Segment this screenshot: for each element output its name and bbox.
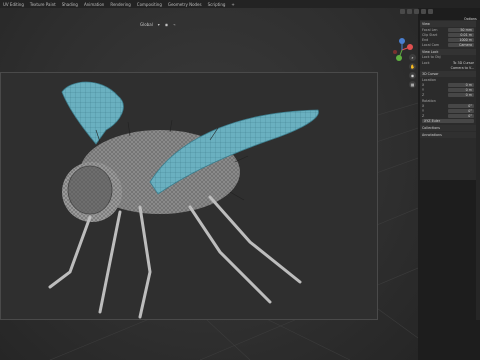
axis-label: X: [422, 83, 425, 88]
xray-icon[interactable]: [407, 9, 412, 14]
row-label: Focal Len: [422, 27, 438, 32]
local-camera-row: Local Cam Camera: [420, 43, 476, 48]
row-label: End: [422, 37, 429, 42]
row-label: Clip Start: [422, 32, 438, 37]
axis-label: Y: [422, 88, 425, 93]
chevron-down-icon[interactable]: ▾: [158, 22, 160, 27]
zoom-icon[interactable]: ⌕: [409, 54, 416, 61]
rotation-label: Rotation: [422, 98, 436, 103]
workspace-tabs-bar: UV Editing Texture Paint Shading Animati…: [0, 0, 480, 8]
sidebar-n-panel: View Focal Len 50 mm Clip Start 0.01 m E…: [420, 20, 476, 180]
location-y-field[interactable]: 0 m: [448, 88, 474, 93]
sidebar-tab-strip[interactable]: [476, 20, 480, 320]
local-camera-field[interactable]: Camera: [448, 43, 474, 48]
focal-length-field[interactable]: 50 mm: [448, 27, 474, 32]
lock-to-3d-cursor-checkbox[interactable]: To 3D Cursor: [453, 61, 474, 65]
location-x-field[interactable]: 0 m: [448, 83, 474, 88]
rotation-mode-row: XYZ Euler: [420, 119, 476, 124]
axis-label: X: [422, 103, 425, 108]
3d-viewport[interactable]: Global ▾ ◉ ⌁ ⌕ ✋ ◉ ▦: [0, 8, 418, 360]
shading-material-icon[interactable]: [421, 9, 426, 14]
axis-label: Z: [422, 93, 425, 98]
shading-solid-icon[interactable]: [414, 9, 419, 14]
viewport-header-icons: [400, 9, 433, 14]
add-workspace-button[interactable]: +: [228, 2, 237, 7]
rotation-mode-dropdown[interactable]: XYZ Euler: [422, 119, 474, 124]
pan-hand-icon[interactable]: ✋: [409, 63, 416, 70]
clip-end-field[interactable]: 1000 m: [448, 37, 474, 42]
clip-start-row: Clip Start 0.01 m: [420, 32, 476, 37]
tab-animation[interactable]: Animation: [81, 2, 107, 7]
shading-rendered-icon[interactable]: [428, 9, 433, 14]
tab-shading[interactable]: Shading: [59, 2, 81, 7]
axis-label: Y: [422, 109, 425, 114]
axis-label: Z: [422, 114, 425, 119]
clip-start-field[interactable]: 0.01 m: [448, 32, 474, 37]
rotation-z-field[interactable]: 0°: [448, 114, 474, 119]
rotation-x-field[interactable]: 0°: [448, 103, 474, 108]
transform-orientation-dropdown[interactable]: Global: [140, 22, 153, 27]
row-label: Lock: [422, 60, 430, 65]
camera-view-icon[interactable]: ◉: [409, 72, 416, 79]
snap-icon[interactable]: ◉: [165, 22, 169, 27]
camera-frame: [0, 72, 378, 320]
rotation-y-field[interactable]: 0°: [448, 109, 474, 114]
tab-scripting[interactable]: Scripting: [205, 2, 229, 7]
focal-length-row: Focal Len 50 mm: [420, 27, 476, 32]
collections-section-header[interactable]: Collections: [420, 125, 476, 131]
lock-camera-row: Camera to V...: [420, 65, 476, 70]
row-label: Lock to Obj: [422, 55, 441, 60]
location-label: Location: [422, 77, 436, 82]
viewport-header: Global ▾ ◉ ⌁: [140, 22, 176, 27]
camera-to-view-checkbox[interactable]: Camera to V...: [451, 66, 474, 70]
tab-texture-paint[interactable]: Texture Paint: [27, 2, 59, 7]
proportional-edit-icon[interactable]: ⌁: [173, 22, 175, 27]
annotations-section-header[interactable]: Annotations: [420, 132, 476, 138]
fly-model: [48, 81, 319, 319]
overlay-icon[interactable]: [400, 9, 405, 14]
tab-uv-editing[interactable]: UV Editing: [0, 2, 27, 7]
tab-rendering[interactable]: Rendering: [107, 2, 133, 7]
perspective-toggle-icon[interactable]: ▦: [409, 81, 416, 88]
row-label: Local Cam: [422, 43, 440, 48]
tab-geometry-nodes[interactable]: Geometry Nodes: [165, 2, 205, 7]
location-z-field[interactable]: 0 m: [448, 93, 474, 98]
tab-compositing[interactable]: Compositing: [134, 2, 165, 7]
